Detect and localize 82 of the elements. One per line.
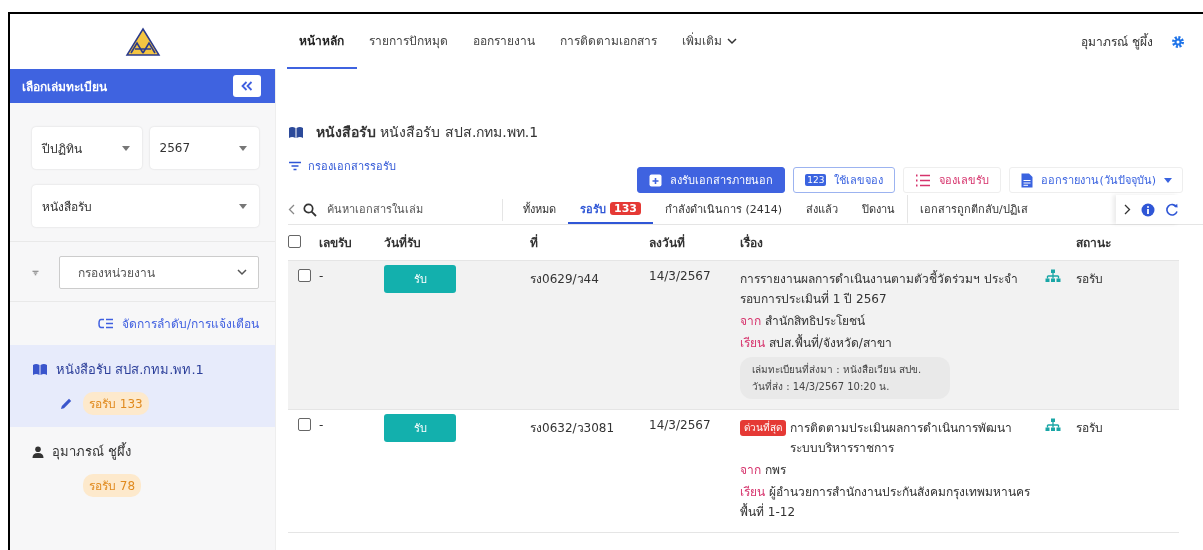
caret-icon <box>1164 177 1172 183</box>
status-tab[interactable]: ทั้งหมด <box>511 195 568 224</box>
list-icon <box>915 173 932 187</box>
hierarchy-icon <box>1045 418 1061 432</box>
checkbox[interactable] <box>288 234 301 248</box>
caret-icon <box>239 203 247 209</box>
document-icon <box>1021 172 1034 188</box>
register-item[interactable]: หนังสือรับ สปส.กทม.พท.1 รอรับ 133 <box>10 345 275 427</box>
refresh-icon[interactable] <box>1165 202 1179 217</box>
nav-tab[interactable]: เพิ่มเติม <box>670 14 750 69</box>
search-icon <box>303 202 317 217</box>
status-text: รอรับ <box>1076 421 1103 435</box>
hierarchy-icon <box>1045 269 1061 283</box>
column-header[interactable]: วันที่รับ <box>384 236 421 250</box>
search-field[interactable]: ค้นหาเอกสารในเล่ม <box>325 202 494 217</box>
urgent-badge: ด่วนที่สุด <box>740 420 786 436</box>
nav-tab[interactable]: ออกรายงาน <box>461 14 548 69</box>
number-icon: 123 <box>805 174 827 186</box>
sort-icon <box>97 318 114 329</box>
unit-filter-field[interactable]: กรองหน่วยงาน <box>59 256 259 289</box>
pending-badge: รอรับ 133 <box>83 392 149 415</box>
double-chevron-left-icon <box>241 81 253 91</box>
pending-badge: รอรับ 78 <box>83 474 142 497</box>
status-tab[interactable]: ส่งแล้ว <box>794 195 851 224</box>
manage-link[interactable]: จัดการลำดับ/การแจ้งเตือน <box>97 314 259 333</box>
delivery-note: เล่มทะเบียนที่ส่งมา : หนังสือเวียน สปข. วันที่ส่ง : 14/3/2567 10:20 น. <box>740 357 950 399</box>
status-tab[interactable]: ปิดงาน <box>850 195 908 224</box>
subject-text: การติดตามประเมินผลการดำเนินการพัฒนาระบบบริหารราชการ <box>790 420 1013 457</box>
pencil-icon <box>60 397 73 410</box>
nav-tab[interactable]: รายการปักหมุด <box>357 14 461 69</box>
recipient-line: เรียน ผู้อำนวยการสำนักงานประกันสังคมกรุงเทพมหานครพื้นที่ 1-12 <box>740 484 1030 521</box>
checkbox[interactable] <box>298 269 311 282</box>
table-cell: 14/3/2567 <box>649 418 711 432</box>
select-field[interactable]: 2567 <box>149 127 259 169</box>
table-cell: รง0629/ว44 <box>530 272 599 286</box>
checkbox[interactable] <box>298 418 311 431</box>
table-cell: - <box>319 269 324 283</box>
nav-tab[interactable]: การติดตามเอกสาร <box>548 14 670 69</box>
count-badge: 133 <box>610 202 641 215</box>
column-header[interactable]: เรื่อง <box>740 233 1030 252</box>
caret-icon <box>239 145 247 151</box>
chevron-left-icon[interactable] <box>288 204 295 215</box>
info-icon[interactable] <box>1141 202 1155 217</box>
user-name[interactable]: อุมาภรณ์ ชูผึ้ง <box>1081 32 1153 51</box>
column-header[interactable]: ลงวันที่ <box>649 236 685 250</box>
book-icon <box>288 125 304 139</box>
filter-icon <box>288 161 302 171</box>
caret-icon <box>121 145 130 151</box>
settings-icon[interactable] <box>1171 34 1185 49</box>
table-cell: รง0632/ว3081 <box>530 421 615 435</box>
sender-line: จาก กพร <box>740 462 787 479</box>
page-title: หนังสือรับ หนังสือรับ สปส.กทม.พท.1 <box>316 123 539 142</box>
select-field[interactable]: ปีปฏิทิน <box>32 127 142 169</box>
action-button[interactable]: 123 ใช้เลขจอง <box>793 167 896 193</box>
chevron-down-icon <box>237 268 247 276</box>
register-name: หนังสือรับ สปส.กทม.พท.1 <box>56 361 204 379</box>
table-cell: - <box>319 418 324 432</box>
action-button[interactable]: ลงรับเอกสารภายนอก <box>637 167 786 193</box>
book-icon <box>32 363 48 376</box>
logo-icon <box>124 26 161 57</box>
column-header[interactable]: เลขรับ <box>319 236 352 250</box>
status-tab[interactable]: รอรับ 133 <box>568 195 653 224</box>
column-header[interactable]: สถานะ <box>1076 236 1111 250</box>
person-icon <box>32 445 44 458</box>
filter-link[interactable]: กรองเอกสารรอรับ <box>288 157 396 175</box>
status-text: รอรับ <box>1076 272 1103 286</box>
sender-line: จาก สำนักสิทธิประโยชน์ <box>740 313 866 330</box>
action-button[interactable]: ออกรายงาน(วันปัจจุบัน) <box>1009 167 1183 193</box>
register-name: อุมาภรณ์ ชูผึ้ง <box>52 441 132 462</box>
select-field[interactable]: หนังสือรับ <box>32 185 259 227</box>
chevron-right-icon[interactable] <box>1124 204 1131 215</box>
table-cell: 14/3/2567 <box>649 269 711 283</box>
collapse-button[interactable] <box>233 75 261 97</box>
status-tab[interactable]: กำลังดำเนินการ (2414) <box>652 195 795 224</box>
register-item[interactable]: อุมาภรณ์ ชูผึ้ง รอรับ 78 <box>10 427 275 509</box>
add-document-icon <box>649 173 663 187</box>
column-header[interactable]: ที่ <box>530 236 538 250</box>
recipient-line: เรียน สปส.พื้นที่/จังหวัด/สาขา <box>740 333 893 352</box>
status-tab[interactable]: เอกสารถูกตีกลับ/ปฏิเส <box>907 195 1040 224</box>
subject-text: การรายงานผลการดำเนินงานตามตัวชี้วัดร่วมฯ ประจำรอบการประเมินที่ 1 ปี 2567 <box>740 269 1019 308</box>
action-button[interactable]: จองเลขรับ <box>903 167 1002 193</box>
sidebar-title: เลือกเล่มทะเบียน <box>22 78 107 96</box>
